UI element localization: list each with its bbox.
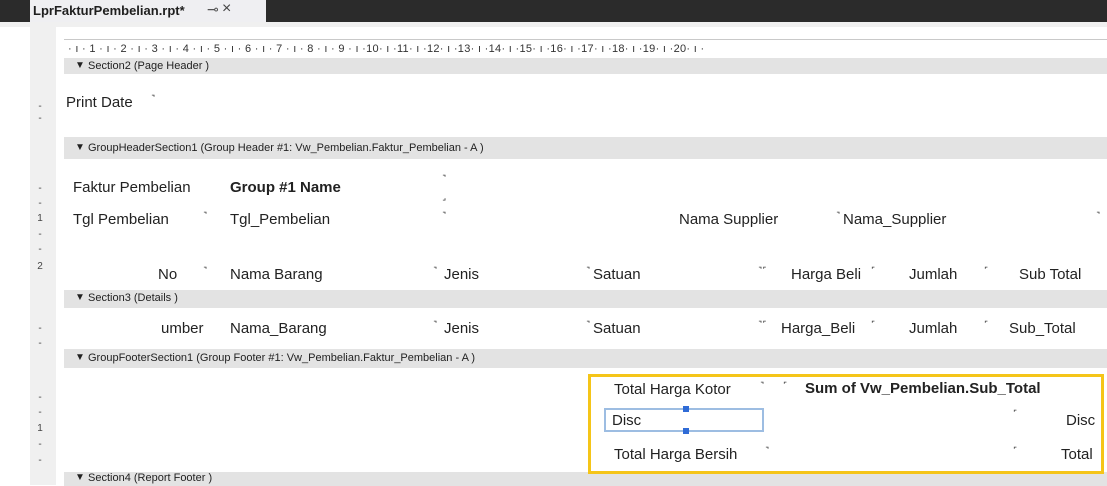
gutter-mark: - bbox=[38, 183, 42, 194]
ruler-ticks: · ı · 1 · ı · 2 · ı · 3 · ı · 4 · ı · 5 … bbox=[68, 43, 705, 55]
header-jenis[interactable]: Jenis bbox=[444, 266, 479, 283]
field-bracket: ˺ bbox=[1096, 209, 1101, 224]
band-group-header[interactable]: ▼ GroupHeaderSection1 (Group Header #1: … bbox=[64, 137, 1107, 159]
field-bracket: ˹ bbox=[871, 318, 876, 333]
field-bracket: ˹ bbox=[1013, 444, 1018, 459]
label-tgl-pembelian[interactable]: Tgl Pembelian bbox=[73, 211, 169, 228]
header-no[interactable]: No bbox=[158, 266, 177, 283]
band-label: Section3 (Details ) bbox=[88, 292, 178, 304]
field-bracket: ˺ bbox=[442, 209, 447, 224]
header-jumlah[interactable]: Jumlah bbox=[909, 266, 957, 283]
resize-handle[interactable] bbox=[683, 406, 689, 412]
field-bracket: ˺˹ bbox=[758, 264, 767, 279]
collapse-triangle-icon[interactable]: ▼ bbox=[75, 472, 85, 483]
gutter-mark: - bbox=[38, 392, 42, 403]
band-report-footer[interactable]: ▼ Section4 (Report Footer ) bbox=[64, 472, 1107, 486]
header-sub-total[interactable]: Sub Total bbox=[1019, 266, 1081, 283]
gutter-mark: - bbox=[38, 244, 42, 255]
gutter-mark: - bbox=[38, 198, 42, 209]
collapse-triangle-icon[interactable]: ▼ bbox=[75, 292, 85, 303]
field-print-date[interactable]: Print Date bbox=[66, 94, 133, 111]
field-bracket: ˺ bbox=[151, 92, 156, 107]
label-total-harga-kotor[interactable]: Total Harga Kotor bbox=[614, 381, 731, 398]
field-bracket: ˹ bbox=[984, 264, 989, 279]
field-bracket: ˺˹ bbox=[758, 318, 767, 333]
field-nama-barang[interactable]: Nama_Barang bbox=[230, 320, 327, 337]
field-bracket: ˹ bbox=[783, 379, 788, 394]
gutter-mark: - bbox=[38, 338, 42, 349]
band-page-header[interactable]: ▼ Section2 (Page Header ) bbox=[64, 58, 1107, 74]
header-harga-beli[interactable]: Harga Beli bbox=[791, 266, 861, 283]
tab-title: LprFakturPembelian.rpt* bbox=[33, 3, 185, 18]
field-bracket: ˺ bbox=[203, 209, 208, 224]
label-total-harga-bersih[interactable]: Total Harga Bersih bbox=[614, 446, 737, 463]
gutter-mark: - bbox=[38, 229, 42, 240]
gutter-mark: - bbox=[38, 101, 42, 112]
collapse-triangle-icon[interactable]: ▼ bbox=[75, 142, 85, 153]
field-bracket: ˺ bbox=[442, 172, 447, 187]
gutter-mark: 1 bbox=[37, 213, 43, 224]
field-jenis[interactable]: Jenis bbox=[444, 320, 479, 337]
gutter-mark: - bbox=[38, 113, 42, 124]
label-disc[interactable]: Disc bbox=[612, 412, 641, 429]
gutter-mark: - bbox=[38, 407, 42, 418]
field-satuan[interactable]: Satuan bbox=[593, 320, 641, 337]
tab-underline bbox=[0, 22, 1107, 27]
field-bracket: ˺ bbox=[765, 444, 770, 459]
band-label: Section2 (Page Header ) bbox=[88, 60, 210, 72]
band-group-footer[interactable]: ▼ GroupFooterSection1 (Group Footer #1: … bbox=[64, 349, 1107, 368]
field-harga-beli[interactable]: Harga_Beli bbox=[781, 320, 855, 337]
collapse-triangle-icon[interactable]: ▼ bbox=[75, 352, 85, 363]
field-bracket: ˹ bbox=[871, 264, 876, 279]
header-satuan[interactable]: Satuan bbox=[593, 266, 641, 283]
field-total[interactable]: Total bbox=[1061, 446, 1093, 463]
collapse-triangle-icon[interactable]: ▼ bbox=[75, 60, 85, 71]
gutter-mark: 2 bbox=[37, 261, 43, 272]
field-disc[interactable]: Disc bbox=[1066, 412, 1095, 429]
gutter-mark: 1 bbox=[37, 423, 43, 434]
field-bracket: ˼ bbox=[442, 186, 447, 201]
resize-handle[interactable] bbox=[683, 428, 689, 434]
band-details[interactable]: ▼ Section3 (Details ) bbox=[64, 290, 1107, 308]
field-bracket: ˺ bbox=[433, 264, 438, 279]
field-sub-total[interactable]: Sub_Total bbox=[1009, 320, 1076, 337]
field-jumlah[interactable]: Jumlah bbox=[909, 320, 957, 337]
field-nomor[interactable]: umber bbox=[161, 320, 204, 337]
field-bracket: ˺ bbox=[433, 318, 438, 333]
gutter-mark: - bbox=[38, 455, 42, 466]
field-nama-supplier[interactable]: Nama_Supplier bbox=[843, 211, 946, 228]
band-label: GroupHeaderSection1 (Group Header #1: Vw… bbox=[88, 142, 484, 154]
field-bracket: ˹ bbox=[984, 318, 989, 333]
field-bracket: ˹ bbox=[1013, 407, 1018, 422]
field-bracket: ˺ bbox=[586, 264, 591, 279]
band-label: Section4 (Report Footer ) bbox=[88, 472, 213, 484]
field-bracket: ˺ bbox=[836, 209, 841, 224]
label-faktur-pembelian[interactable]: Faktur Pembelian bbox=[73, 179, 191, 196]
label-nama-supplier[interactable]: Nama Supplier bbox=[679, 211, 778, 228]
field-sum-sub-total[interactable]: Sum of Vw_Pembelian.Sub_Total bbox=[805, 380, 1041, 397]
close-icon[interactable]: × bbox=[222, 0, 231, 18]
pin-icon[interactable]: ⊸ bbox=[207, 1, 219, 18]
band-label: GroupFooterSection1 (Group Footer #1: Vw… bbox=[88, 352, 476, 364]
header-nama-barang[interactable]: Nama Barang bbox=[230, 266, 323, 283]
gutter-mark: - bbox=[38, 323, 42, 334]
tab-lpr-faktur-pembelian[interactable]: LprFakturPembelian.rpt* ⊸ × bbox=[30, 0, 266, 22]
gutter-mark: - bbox=[38, 439, 42, 450]
field-bracket: ˺ bbox=[586, 318, 591, 333]
field-group-name[interactable]: Group #1 Name bbox=[230, 179, 341, 196]
field-bracket: ˺ bbox=[760, 379, 765, 394]
field-tgl-pembelian[interactable]: Tgl_Pembelian bbox=[230, 211, 330, 228]
field-bracket: ˺ bbox=[203, 264, 208, 279]
